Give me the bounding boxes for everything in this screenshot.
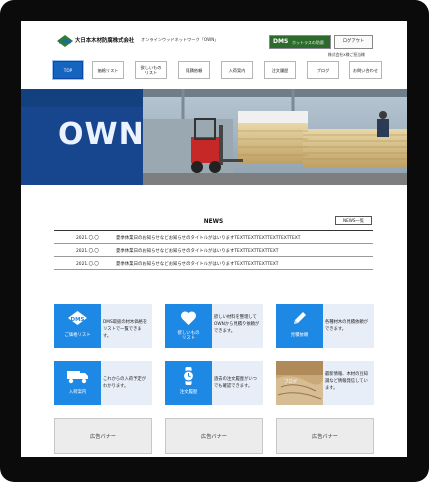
dms-banner-link[interactable]: DMS ホットラスの防腐 (269, 35, 331, 49)
nav-top[interactable]: TOP (53, 61, 83, 79)
tile-wishlist[interactable]: 欲しいもの リスト 欲しい材料を整理してOWNから見積り依頼ができます。 (165, 304, 263, 348)
hero-blue-panel: OWN (21, 89, 145, 185)
tile-label: ブログ (284, 378, 298, 385)
heart-icon (180, 311, 197, 325)
dms-banner-subtitle: ホットラスの防腐 (292, 40, 324, 45)
tile-label: ご価格リスト (64, 333, 91, 338)
news-item[interactable]: 2021.〇.〇 夏季休業日のお知らせなどお知らせのタイトルがはいりますTEXT… (54, 231, 373, 244)
tile-price-list[interactable]: DMS ご価格リスト DMS取扱の材木価格をリストで一覧できます。 (54, 304, 152, 348)
svg-text:DMS: DMS (59, 40, 72, 46)
tile-estimate[interactable]: 見積依頼 各種材木の見積依頼ができます。 (276, 304, 374, 348)
screen: DMS 大日本木材防腐株式会社 オンラインウッドネットワーク「OWN」 DMS … (21, 21, 407, 457)
news-title-link[interactable]: 夏季休業日のお知らせなどお知らせのタイトルがはいりますTEXTTEXTTEXTT… (116, 261, 278, 267)
news-title-link[interactable]: 夏季休業日のお知らせなどお知らせのタイトルがはいりますTEXTTEXTTEXTT… (116, 248, 278, 254)
tile-label: 欲しいもの リスト (177, 331, 200, 341)
tile-arrivals[interactable]: 入荷案内 これからの入荷予定がわかります。 (54, 361, 152, 405)
svg-text:DMS: DMS (71, 317, 85, 323)
device-frame: DMS 大日本木材防腐株式会社 オンラインウッドネットワーク「OWN」 DMS … (0, 0, 429, 482)
tile-description: DMS取扱の材木価格をリストで一覧できます。 (103, 320, 148, 339)
pencil-icon (294, 312, 306, 324)
news-title-link[interactable]: 夏季休業日のお知らせなどお知らせのタイトルがはいりますTEXTTEXTTEXTT… (116, 235, 300, 241)
ad-banner[interactable]: 広告バナー (54, 418, 152, 454)
news-date: 2021.〇.〇 (76, 262, 99, 267)
company-name[interactable]: 大日本木材防腐株式会社 (75, 36, 134, 44)
nav-contact[interactable]: お問い合わせ (349, 61, 382, 79)
tile-description: 各種材木の見積依頼ができます。 (325, 320, 368, 332)
nav-arrivals[interactable]: 入荷案内 (221, 61, 253, 79)
nav-estimate[interactable]: 見積依頼 (178, 61, 210, 79)
nav-blog[interactable]: ブログ (307, 61, 339, 79)
tile-description: 過去の注文履歴がいつでも確認できます。 (214, 377, 257, 389)
tile-label: 入荷案内 (68, 390, 87, 395)
news-heading: NEWS (203, 219, 224, 225)
news-date: 2021.〇.〇 (76, 249, 99, 254)
dms-banner-title: DMS (273, 38, 289, 45)
site-header: DMS 大日本木材防腐株式会社 オンラインウッドネットワーク「OWN」 DMS … (21, 21, 407, 89)
tile-label: 注文履歴 (179, 390, 198, 395)
nav-wishlist[interactable]: 欲しいもの リスト (135, 61, 167, 79)
nav-order-history[interactable]: 注文履歴 (264, 61, 296, 79)
news-item[interactable]: 2021.〇.〇 夏季休業日のお知らせなどお知らせのタイトルがはいりますTEXT… (54, 244, 373, 257)
dms-logo-icon: DMS (68, 311, 87, 325)
hero-banner: OWN (21, 89, 407, 185)
ad-banner[interactable]: 広告バナー (276, 418, 374, 454)
tile-blog[interactable]: ブログ 最新情報、木材の豆知識など情報発信しています。 (276, 361, 374, 405)
site-tagline: オンラインウッドネットワーク「OWN」 (141, 37, 219, 42)
news-date: 2021.〇.〇 (76, 236, 99, 241)
hero-title: OWN (58, 117, 145, 152)
tile-label: 見積依頼 (290, 333, 309, 338)
tile-description: これからの入荷予定がわかります。 (103, 377, 146, 389)
truck-icon (67, 371, 88, 384)
nav-price-list[interactable]: 価格リスト (92, 61, 124, 79)
account-name: 株式会社X様ご担当様 (328, 52, 365, 57)
tile-order-history[interactable]: 注文履歴 過去の注文履歴がいつでも確認できます。 (165, 361, 263, 405)
news-item[interactable]: 2021.〇.〇 夏季休業日のお知らせなどお知らせのタイトルがはいりますTEXT… (54, 257, 373, 270)
company-logo-icon[interactable]: DMS (56, 34, 74, 48)
wood-photo: ブログ (276, 361, 323, 405)
ad-banner[interactable]: 広告バナー (165, 418, 263, 454)
tile-description: 欲しい材料を整理してOWNから見積り依頼ができます。 (214, 315, 260, 334)
news-list-button[interactable]: NEWS一覧 (335, 216, 372, 225)
lumber-yard-photo (143, 89, 407, 185)
tile-description: 最新情報、木材の豆知識など情報発信しています。 (325, 372, 368, 391)
watch-icon (182, 367, 195, 385)
logout-button[interactable]: ログアウト (334, 35, 373, 49)
